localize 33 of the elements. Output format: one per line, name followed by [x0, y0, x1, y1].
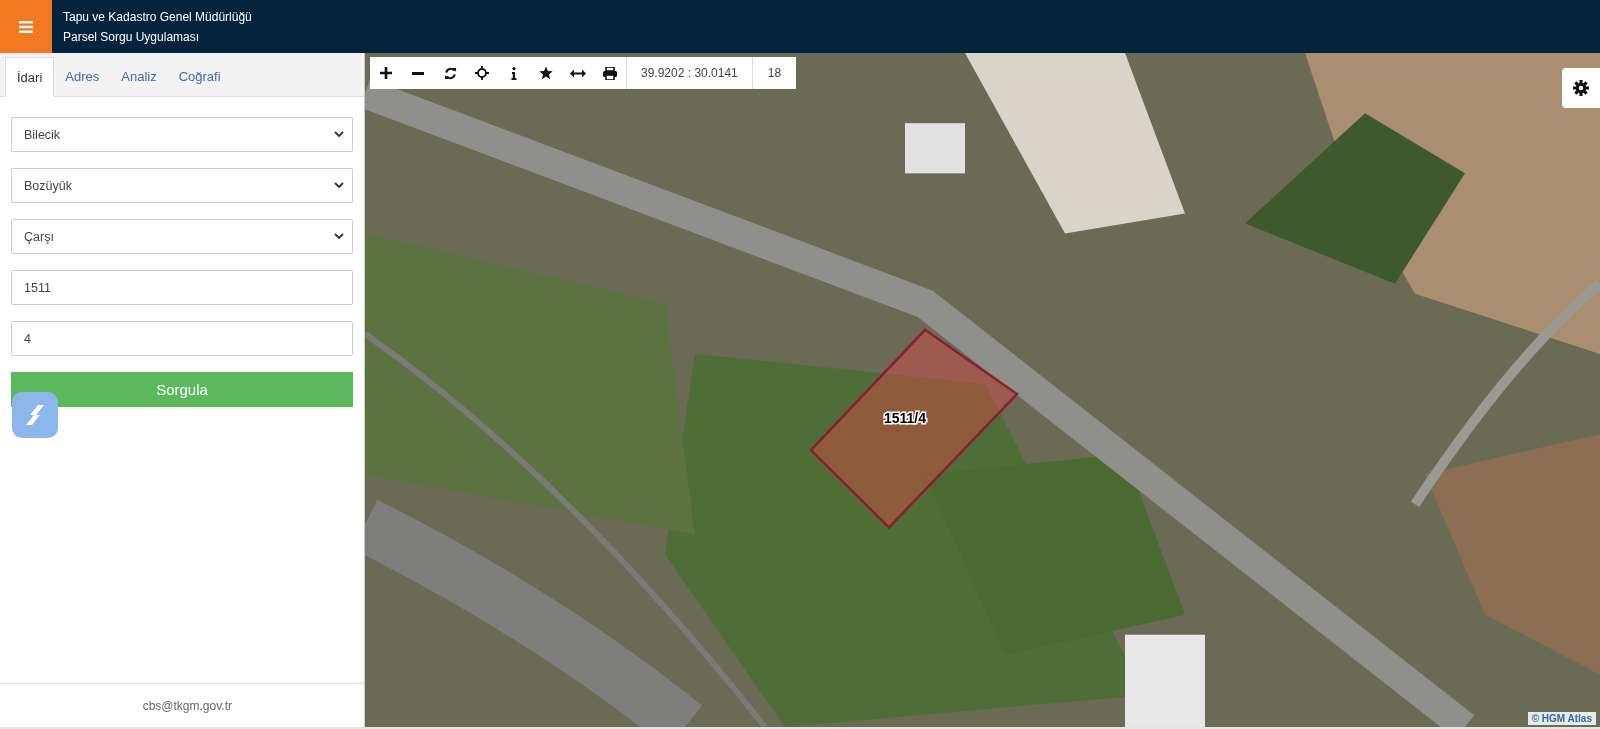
map-attribution: © HGM Atlas: [1527, 712, 1596, 725]
info-icon: [511, 66, 517, 80]
app-subtitle: Parsel Sorgu Uygulaması: [63, 29, 200, 44]
contact-email: cbs@tkgm.gov.tr: [142, 698, 232, 713]
input-field[interactable]: 4: [11, 321, 353, 356]
crosshair-icon: [475, 66, 489, 80]
zoom-in-icon: [380, 67, 392, 79]
parcel-outline[interactable]: [809, 328, 1019, 530]
parcel-label: 1511/4: [884, 410, 926, 427]
zoom-level: 18: [751, 57, 797, 89]
map-view[interactable]: 1511/4 39.9202 : 30.0141 18 © HGM Atlas: [365, 53, 1600, 727]
chevron-down-icon: [334, 233, 344, 240]
settings-button[interactable]: [1562, 68, 1600, 108]
input-field[interactable]: 1511: [11, 270, 353, 305]
menu-button[interactable]: [0, 0, 52, 53]
refresh-icon: [443, 66, 457, 80]
tab[interactable]: İdari: [5, 57, 55, 97]
menu-icon: [19, 20, 33, 33]
print-icon: [603, 66, 617, 80]
dropdown[interactable]: Çarşı: [11, 219, 353, 254]
dropdown[interactable]: Bozüyük: [11, 168, 353, 203]
double-arrow-icon: [570, 68, 586, 78]
zoom-out-icon: [412, 71, 424, 75]
settings-icon: [1573, 80, 1589, 96]
tab[interactable]: Analiz: [110, 57, 168, 96]
dropdown[interactable]: Bilecik: [11, 117, 353, 152]
chevron-down-icon: [334, 131, 344, 138]
star-icon: [539, 66, 553, 80]
tab[interactable]: Coğrafi: [167, 57, 232, 96]
coordinate-readout: 39.9202 : 30.0141: [626, 57, 752, 89]
chevron-down-icon: [334, 182, 344, 189]
tab[interactable]: Adres: [54, 57, 111, 96]
app-title: Tapu ve Kadastro Genel Müdürlüğü: [63, 9, 252, 24]
